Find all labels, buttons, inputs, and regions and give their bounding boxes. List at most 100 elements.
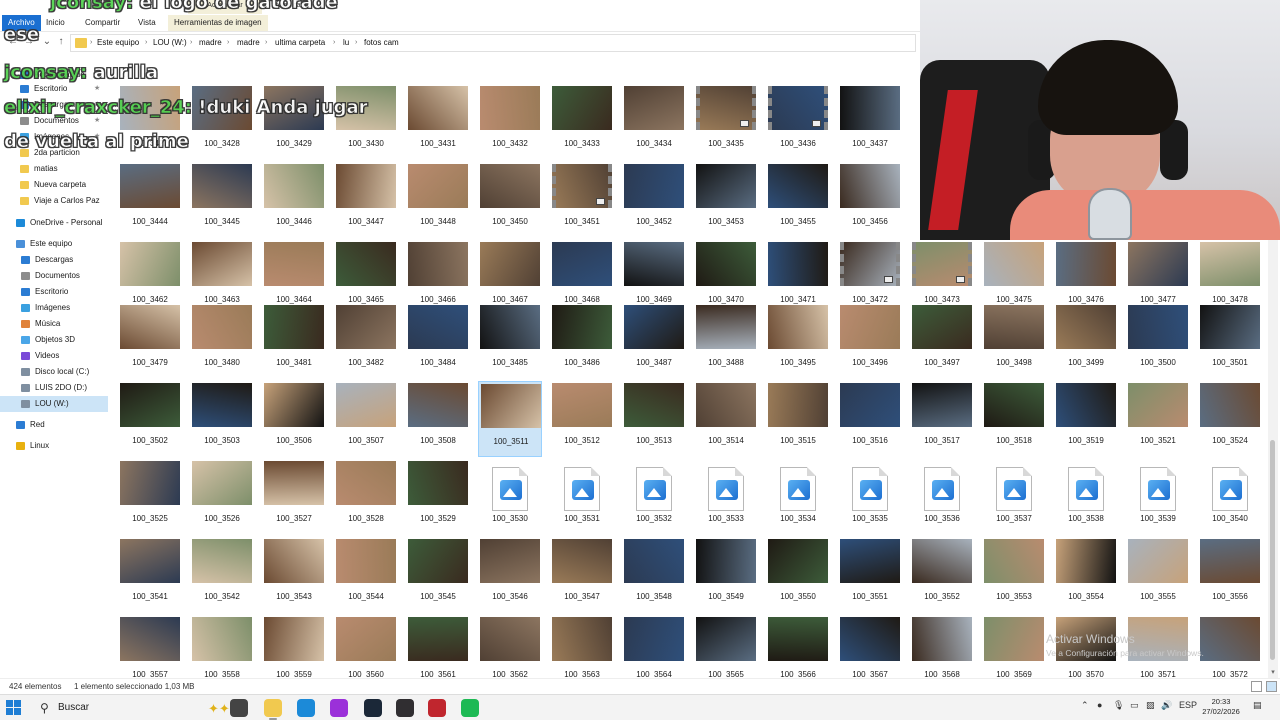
windows-start-icon[interactable]: [6, 700, 22, 716]
file-tile[interactable]: 100_3525: [118, 459, 182, 535]
file-tile[interactable]: 100_3526: [190, 459, 254, 535]
details-view-icon[interactable]: [1251, 681, 1262, 692]
file-tile[interactable]: 100_3536: [910, 459, 974, 535]
file-tile[interactable]: 100_3432: [478, 84, 542, 160]
file-tile[interactable]: 100_3511: [478, 381, 542, 457]
language-indicator[interactable]: ESP: [1179, 700, 1197, 710]
network-icon[interactable]: ▨: [1146, 700, 1155, 711]
file-tile[interactable]: 100_3456: [838, 162, 902, 238]
file-tile[interactable]: 100_3554: [1054, 537, 1118, 613]
file-tile[interactable]: 100_3482: [334, 303, 398, 379]
sidebar-item-pc-objetos-3d[interactable]: Objetos 3D: [0, 332, 108, 348]
sidebar-item-matias[interactable]: matias: [0, 161, 108, 177]
file-tile[interactable]: 100_3528: [334, 459, 398, 535]
sidebar-item-pc-videos[interactable]: Videos: [0, 348, 108, 364]
file-tile[interactable]: 100_3409: [550, 0, 614, 62]
file-tile[interactable]: 100_3543: [262, 537, 326, 613]
file-tile[interactable]: 100_3532: [622, 459, 686, 535]
file-tile[interactable]: 100_3556: [1198, 537, 1262, 613]
file-tile[interactable]: 100_3447: [334, 162, 398, 238]
file-tile[interactable]: 100_3533: [694, 459, 758, 535]
display-icon[interactable]: ▭: [1130, 700, 1139, 711]
tab-inicio[interactable]: Inicio: [40, 15, 71, 31]
file-tile[interactable]: 100_3529: [406, 459, 470, 535]
file-tile[interactable]: 100_3406: [334, 0, 398, 62]
taskbar-search[interactable]: ⚲ Buscar ✦✦: [32, 697, 230, 719]
sidebar-item-red[interactable]: Red: [0, 417, 108, 433]
file-tile[interactable]: 100_3518: [982, 381, 1046, 457]
file-tile[interactable]: 100_3530: [478, 459, 542, 535]
file-tile[interactable]: 100_3408: [478, 0, 542, 62]
file-tile[interactable]: 100_3433: [550, 84, 614, 160]
file-tile[interactable]: 100_3552: [910, 537, 974, 613]
file-tile[interactable]: 100_3506: [262, 381, 326, 457]
file-tile[interactable]: 100_3453: [694, 162, 758, 238]
file-tile[interactable]: 100_3537: [982, 459, 1046, 535]
file-tile[interactable]: 100_3418: [694, 0, 758, 62]
file-tile[interactable]: 100_3455: [766, 162, 830, 238]
file-tile[interactable]: 100_3430: [334, 84, 398, 160]
file-tile[interactable]: 100_3546: [478, 537, 542, 613]
file-tile[interactable]: 100_3540: [1198, 459, 1262, 535]
file-tile[interactable]: 100_3541: [118, 537, 182, 613]
sidebar-item-linux[interactable]: Linux: [0, 438, 108, 454]
file-tile[interactable]: 100_3549: [694, 537, 758, 613]
file-tile[interactable]: 100_3513: [622, 381, 686, 457]
file-tile[interactable]: 100_3445: [190, 162, 254, 238]
file-tile[interactable]: 100_3436: [766, 84, 830, 160]
file-tile[interactable]: 100_3514: [694, 381, 758, 457]
file-tile[interactable]: 100_3479: [118, 303, 182, 379]
file-tile[interactable]: 100_3448: [406, 162, 470, 238]
file-tile[interactable]: 100_3496: [838, 303, 902, 379]
file-tile[interactable]: 100_3450: [478, 162, 542, 238]
file-tile[interactable]: 100_3452: [622, 162, 686, 238]
file-tile[interactable]: 100_3435: [694, 84, 758, 160]
up-icon[interactable]: ↑: [54, 35, 68, 49]
tray-overflow-icon[interactable]: ⌃: [1081, 700, 1089, 711]
file-tile[interactable]: 100_3446: [262, 162, 326, 238]
microphone-icon[interactable]: 🎙: [1113, 700, 1124, 711]
file-tile[interactable]: 100_3503: [190, 381, 254, 457]
sidebar-item-este-equipo[interactable]: Este equipo: [0, 236, 108, 252]
file-tile[interactable]: 100_3508: [406, 381, 470, 457]
file-tile[interactable]: 100_3484: [406, 303, 470, 379]
sidebar-item-onedrive[interactable]: OneDrive - Personal: [0, 215, 108, 231]
file-tile[interactable]: 100_3535: [838, 459, 902, 535]
file-tile[interactable]: 100_3539: [1126, 459, 1190, 535]
file-tile[interactable]: 100_3548: [622, 537, 686, 613]
file-tile[interactable]: 100_3481: [262, 303, 326, 379]
file-tile[interactable]: 100_3486: [550, 303, 614, 379]
file-tile[interactable]: 100_3497: [910, 303, 974, 379]
file-tile[interactable]: 100_3420: [838, 0, 902, 62]
volume-icon[interactable]: 🔊: [1161, 700, 1172, 711]
file-tile[interactable]: 100_3487: [622, 303, 686, 379]
file-tile[interactable]: 100_3542: [190, 537, 254, 613]
sidebar-item-pc-luis-2do-d-[interactable]: LUIS 2DO (D:): [0, 380, 108, 396]
vertical-scrollbar[interactable]: ▾: [1268, 240, 1278, 678]
file-tile[interactable]: 100_3407: [406, 0, 470, 62]
taskbar-clock[interactable]: 20:33 27/02/2026: [1198, 697, 1244, 717]
file-tile[interactable]: 100_3431: [406, 84, 470, 160]
file-tile[interactable]: 100_3500: [1126, 303, 1190, 379]
obs-icon[interactable]: [396, 699, 414, 717]
file-tile[interactable]: 100_3507: [334, 381, 398, 457]
sidebar-item-pc-disco-local-c-[interactable]: Disco local (C:): [0, 364, 108, 380]
recent-locations-icon[interactable]: ⌄: [40, 35, 54, 49]
tray-app-icon[interactable]: ●: [1097, 700, 1102, 710]
file-tile[interactable]: 100_3499: [1054, 303, 1118, 379]
scrollbar-thumb[interactable]: [1270, 440, 1275, 660]
file-tile[interactable]: 100_3538: [1054, 459, 1118, 535]
file-tile[interactable]: 100_3534: [766, 459, 830, 535]
file-tile[interactable]: 100_3519: [1054, 381, 1118, 457]
file-tile[interactable]: 100_3527: [262, 459, 326, 535]
file-tile[interactable]: 100_3451: [550, 162, 614, 238]
file-tile[interactable]: 100_3516: [838, 381, 902, 457]
file-tile[interactable]: 100_3553: [982, 537, 1046, 613]
file-tile[interactable]: 100_3515: [766, 381, 830, 457]
file-tile[interactable]: 100_3480: [190, 303, 254, 379]
scroll-down-icon[interactable]: ▾: [1268, 668, 1278, 678]
spotify-icon[interactable]: [461, 699, 479, 717]
file-tile[interactable]: 100_3495: [766, 303, 830, 379]
file-tile[interactable]: 100_3498: [982, 303, 1046, 379]
sidebar-item-pc-descargas[interactable]: Descargas: [0, 252, 108, 268]
